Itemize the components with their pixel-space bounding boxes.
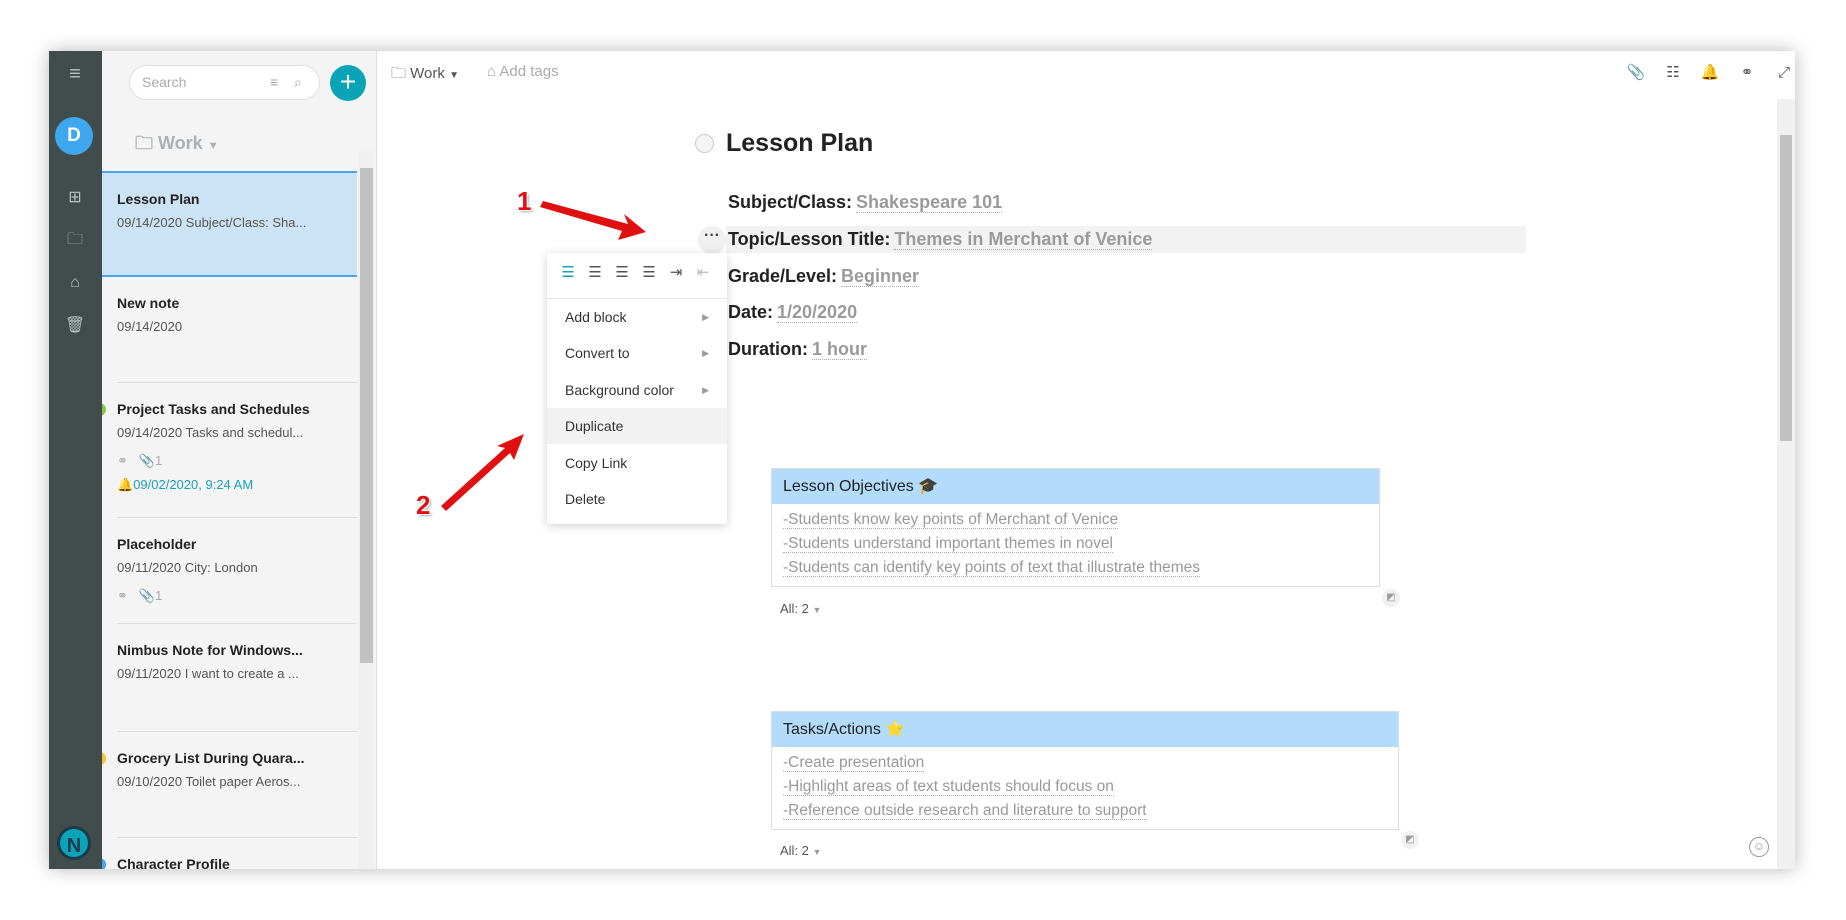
annotation-arrows — [441, 201, 646, 511]
annotation-number-2: 2 — [416, 490, 431, 520]
annotation-number-1: 1 — [517, 186, 532, 216]
arrow-2 — [441, 434, 524, 511]
arrow-1 — [540, 201, 646, 240]
